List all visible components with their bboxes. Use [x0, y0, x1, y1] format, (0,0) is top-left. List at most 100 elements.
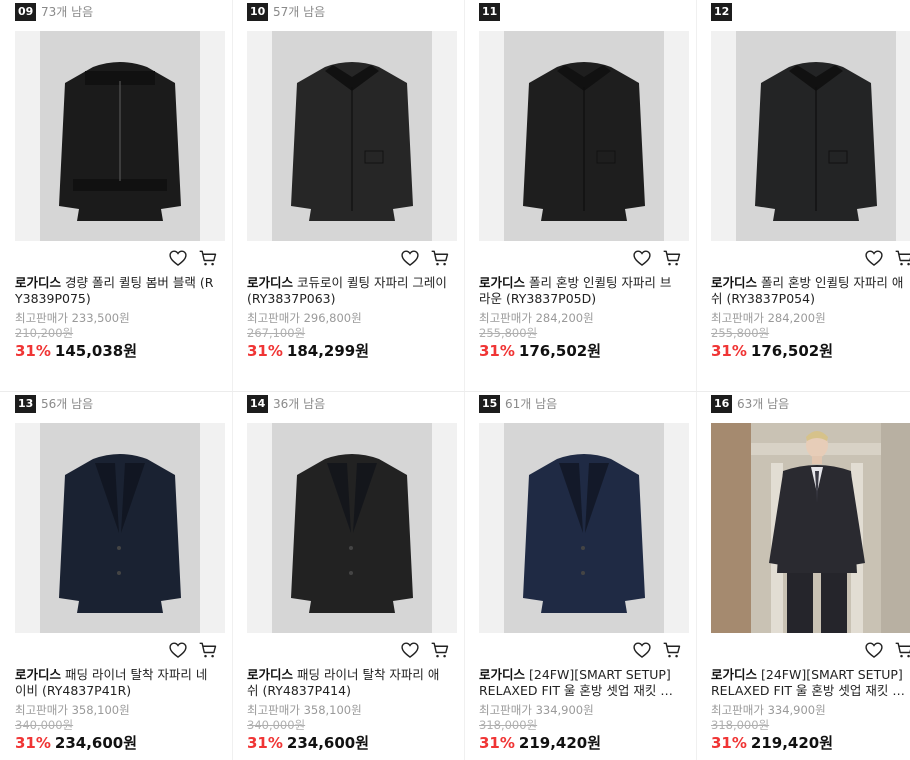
product-card-11[interactable]: 11 로가디스 폴리 혼방 인퀼팅 자파리 브라운 (RY3837P05D) 최… [464, 0, 697, 391]
product-title[interactable]: 로가디스 경량 폴리 퀼팅 봄버 블랙 (RY3839P075) [15, 275, 215, 307]
product-image[interactable] [15, 423, 225, 633]
product-image[interactable] [15, 31, 225, 241]
product-title[interactable]: 로가디스 패딩 라이너 탈착 자파리 애쉬 (RY4837P414) [247, 667, 447, 699]
product-image[interactable] [479, 423, 689, 633]
original-price: 255,800원 [711, 326, 770, 340]
product-actions [864, 640, 910, 660]
max-price-label: 최고판매가 [479, 311, 532, 325]
rank-badge: 11 [479, 3, 501, 21]
product-image[interactable] [479, 31, 689, 241]
max-price-label: 최고판매가 [711, 703, 764, 717]
cart-icon[interactable] [894, 640, 910, 660]
product-title[interactable]: 로가디스 [24FW][SMART SETUP] RELAXED FIT 울 혼… [479, 667, 679, 699]
rank-badge: 12 [711, 3, 733, 21]
price-value: 219,420원 [750, 734, 834, 752]
brand-name: 로가디스 [479, 667, 526, 682]
heart-icon[interactable] [864, 640, 884, 660]
rank-badge: 13 [15, 395, 37, 413]
max-price-label: 최고판매가 [711, 311, 764, 325]
brand-name: 로가디스 [247, 275, 294, 290]
original-price: 318,000원 [711, 718, 770, 732]
heart-icon[interactable] [864, 248, 884, 268]
heart-icon[interactable] [168, 248, 188, 268]
max-price-value: 358,100원 [71, 703, 130, 717]
price-value: 176,502원 [750, 342, 834, 360]
brand-name: 로가디스 [15, 275, 62, 290]
max-price-value: 284,200원 [767, 311, 826, 325]
max-price-value: 358,100원 [303, 703, 362, 717]
heart-icon[interactable] [632, 248, 652, 268]
product-image[interactable] [247, 31, 457, 241]
product-title[interactable]: 로가디스 패딩 라이너 탈착 자파리 네이비 (RY4837P41R) [15, 667, 215, 699]
heart-icon[interactable] [168, 640, 188, 660]
stock-remaining: 61개 남음 [505, 397, 558, 411]
product-image[interactable] [711, 31, 910, 241]
cart-icon[interactable] [894, 248, 910, 268]
heart-icon[interactable] [400, 248, 420, 268]
sale-price: 31% 219,420원 [711, 733, 833, 753]
stock-remaining: 63개 남음 [737, 397, 790, 411]
max-price-value: 296,800원 [303, 311, 362, 325]
original-price: 267,100원 [247, 326, 306, 340]
sale-price: 31% 234,600원 [247, 733, 369, 753]
product-card-10[interactable]: 10 57개 남음 로가디스 코듀로이 퀼팅 자파리 그레이 (RY3837P0… [232, 0, 465, 391]
brand-name: 로가디스 [479, 275, 526, 290]
product-card-16[interactable]: 16 63개 남음 로가디스 [24FW][SMART SETUP] RELAX… [696, 391, 910, 760]
stock-remaining: 57개 남음 [273, 5, 326, 19]
product-card-14[interactable]: 14 36개 남음 로가디스 패딩 라이너 탈착 자파리 애쉬 (RY4837P… [232, 391, 465, 760]
max-price: 최고판매가 358,100원 [15, 703, 130, 718]
original-price: 340,000원 [247, 718, 306, 732]
heart-icon[interactable] [632, 640, 652, 660]
rank-badge: 15 [479, 395, 501, 413]
product-actions [168, 248, 218, 268]
product-actions [632, 248, 682, 268]
max-price-label: 최고판매가 [15, 703, 68, 717]
product-card-15[interactable]: 15 61개 남음 로가디스 [24FW][SMART SETUP] RELAX… [464, 391, 697, 760]
max-price-value: 233,500원 [71, 311, 130, 325]
brand-name: 로가디스 [711, 275, 758, 290]
cart-icon[interactable] [430, 248, 450, 268]
product-title[interactable]: 로가디스 코듀로이 퀼팅 자파리 그레이 (RY3837P063) [247, 275, 447, 307]
price-value: 234,600원 [54, 734, 138, 752]
max-price-label: 최고판매가 [15, 311, 68, 325]
original-price: 210,200원 [15, 326, 74, 340]
sale-price: 31% 234,600원 [15, 733, 137, 753]
cart-icon[interactable] [662, 248, 682, 268]
product-card-09[interactable]: 09 73개 남음 로가디스 경량 폴리 퀼팅 봄버 블랙 (RY3839P07… [0, 0, 233, 391]
product-card-13[interactable]: 13 56개 남음 로가디스 패딩 라이너 탈착 자파리 네이비 (RY4837… [0, 391, 233, 760]
product-actions [400, 640, 450, 660]
max-price-value: 334,900원 [535, 703, 594, 717]
product-title[interactable]: 로가디스 폴리 혼방 인퀼팅 자파리 애쉬 (RY3837P054) [711, 275, 910, 307]
max-price: 최고판매가 334,900원 [711, 703, 826, 718]
rank-badge: 10 [247, 3, 269, 21]
cart-icon[interactable] [662, 640, 682, 660]
max-price: 최고판매가 334,900원 [479, 703, 594, 718]
discount-rate: 31% [711, 342, 747, 360]
original-price: 255,800원 [479, 326, 538, 340]
price-value: 145,038원 [54, 342, 138, 360]
price-value: 184,299원 [286, 342, 370, 360]
brand-name: 로가디스 [247, 667, 294, 682]
discount-rate: 31% [247, 734, 283, 752]
product-image[interactable] [247, 423, 457, 633]
product-title[interactable]: 로가디스 [24FW][SMART SETUP] RELAXED FIT 울 혼… [711, 667, 910, 699]
cart-icon[interactable] [430, 640, 450, 660]
product-image[interactable] [711, 423, 910, 633]
product-title[interactable]: 로가디스 폴리 혼방 인퀼팅 자파리 브라운 (RY3837P05D) [479, 275, 679, 307]
rank-badge: 14 [247, 395, 269, 413]
max-price-value: 334,900원 [767, 703, 826, 717]
sale-price: 31% 176,502원 [711, 341, 833, 361]
cart-icon[interactable] [198, 640, 218, 660]
product-card-12[interactable]: 12 로가디스 폴리 혼방 인퀼팅 자파리 애쉬 (RY3837P054) 최고… [696, 0, 910, 391]
cart-icon[interactable] [198, 248, 218, 268]
max-price: 최고판매가 296,800원 [247, 311, 362, 326]
discount-rate: 31% [479, 342, 515, 360]
max-price: 최고판매가 284,200원 [479, 311, 594, 326]
max-price-label: 최고판매가 [247, 703, 300, 717]
rank-badge: 09 [15, 3, 37, 21]
original-price: 340,000원 [15, 718, 74, 732]
brand-name: 로가디스 [15, 667, 62, 682]
max-price-label: 최고판매가 [479, 703, 532, 717]
sale-price: 31% 184,299원 [247, 341, 369, 361]
heart-icon[interactable] [400, 640, 420, 660]
